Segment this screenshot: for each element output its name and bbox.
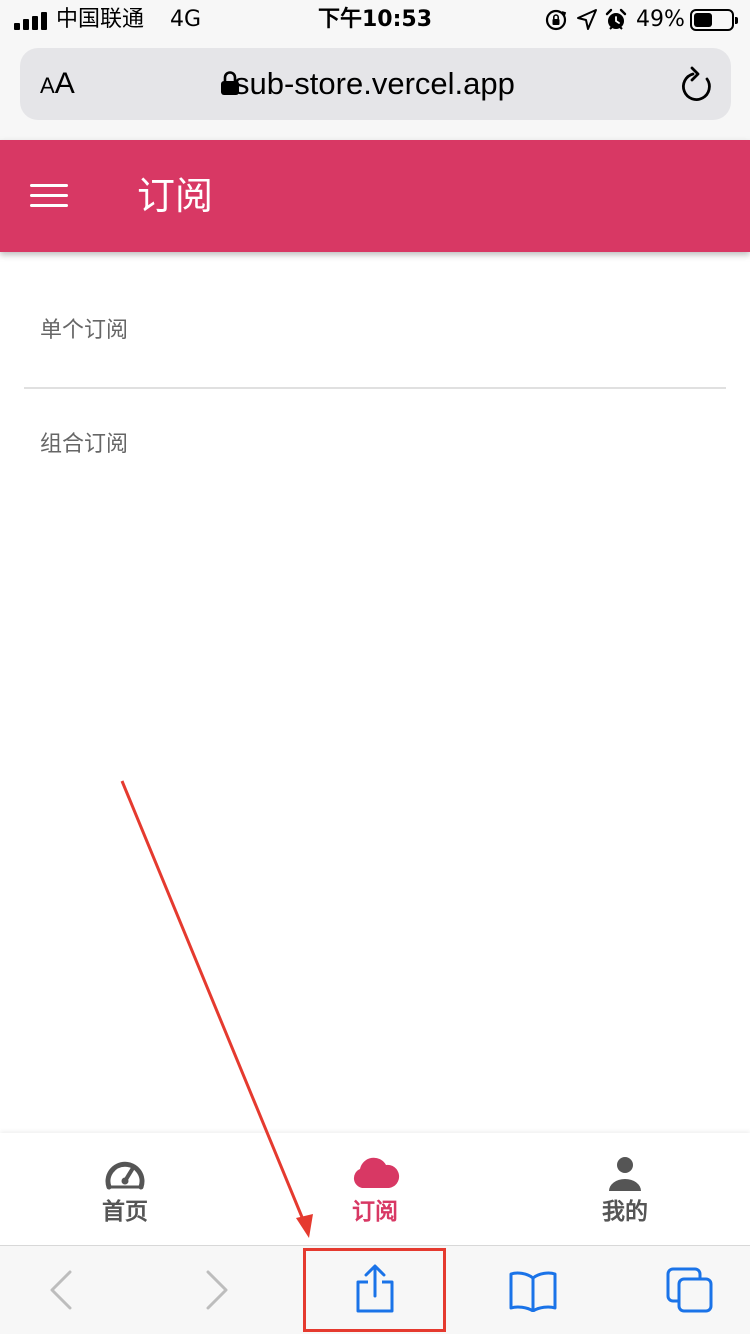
browser-address-area: AA sub-store.vercel.app bbox=[0, 40, 750, 140]
bottom-navigation: 首页 订阅 我的 bbox=[0, 1133, 750, 1245]
status-bar: 中国联通 4G 下午10:53 49% bbox=[0, 0, 750, 40]
cloud-icon bbox=[353, 1157, 400, 1188]
person-icon bbox=[609, 1157, 641, 1191]
address-bar[interactable]: AA sub-store.vercel.app bbox=[20, 48, 731, 120]
bookmarks-button[interactable] bbox=[473, 1246, 593, 1334]
battery-percent: 49% bbox=[636, 7, 685, 32]
list-item-combined-subscription[interactable]: 组合订阅 bbox=[0, 389, 750, 499]
location-arrow-icon bbox=[577, 9, 597, 30]
browser-toolbar bbox=[0, 1245, 750, 1334]
status-icons bbox=[544, 8, 630, 32]
nav-item-subscriptions[interactable]: 订阅 bbox=[250, 1133, 500, 1245]
nav-label-home: 首页 bbox=[102, 1199, 148, 1225]
nav-item-mine[interactable]: 我的 bbox=[500, 1133, 750, 1245]
nav-item-home[interactable]: 首页 bbox=[0, 1133, 250, 1245]
tabs-icon bbox=[666, 1267, 713, 1313]
bookmarks-icon bbox=[509, 1271, 557, 1312]
tabs-button[interactable] bbox=[630, 1246, 750, 1334]
list-item-single-subscription[interactable]: 单个订阅 bbox=[0, 252, 750, 362]
share-icon bbox=[356, 1264, 394, 1313]
hamburger-menu-icon[interactable] bbox=[30, 182, 68, 210]
list-item-label: 单个订阅 bbox=[40, 318, 129, 343]
orientation-lock-icon bbox=[545, 9, 567, 31]
text-size-small-a: A bbox=[40, 73, 55, 98]
speedometer-icon bbox=[105, 1161, 145, 1190]
battery-level bbox=[694, 13, 712, 27]
back-icon bbox=[50, 1270, 72, 1310]
text-size-large-a: A bbox=[54, 67, 75, 100]
forward-button[interactable] bbox=[160, 1246, 280, 1334]
reload-icon[interactable] bbox=[680, 66, 714, 104]
alarm-icon bbox=[605, 8, 627, 30]
nav-label-subscriptions: 订阅 bbox=[352, 1199, 398, 1225]
screen: 中国联通 4G 下午10:53 49% AA sub-store.vercel.… bbox=[0, 0, 750, 1334]
list-item-label: 组合订阅 bbox=[40, 432, 129, 457]
url-text[interactable]: sub-store.vercel.app bbox=[234, 64, 515, 104]
nav-label-mine: 我的 bbox=[602, 1199, 648, 1225]
share-button[interactable] bbox=[315, 1246, 435, 1334]
text-size-button[interactable]: AA bbox=[40, 66, 75, 104]
page-title: 订阅 bbox=[137, 174, 214, 218]
battery-icon bbox=[690, 9, 738, 31]
app-bar: 订阅 bbox=[0, 140, 750, 252]
back-button[interactable] bbox=[0, 1246, 120, 1334]
forward-icon bbox=[206, 1270, 228, 1310]
